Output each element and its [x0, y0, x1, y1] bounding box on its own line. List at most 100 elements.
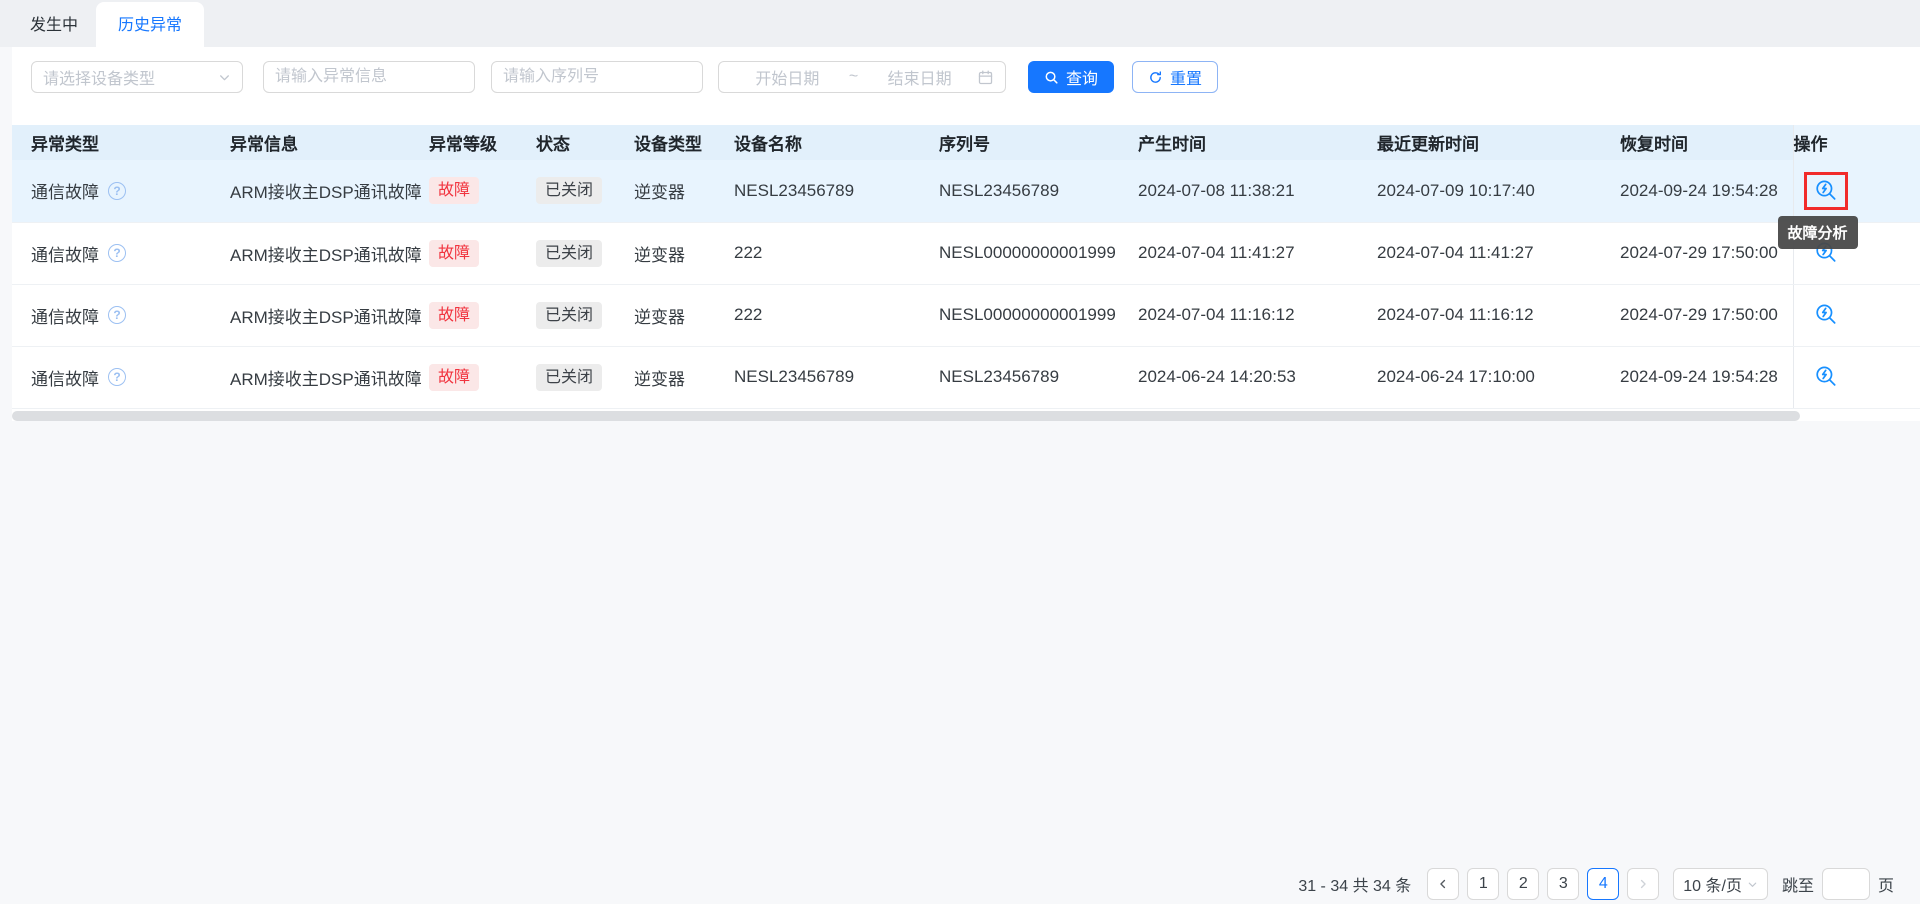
updated-time: 2024-07-09 10:17:40 — [1377, 160, 1620, 222]
device-type: 逆变器 — [634, 222, 734, 284]
fault-analysis-icon[interactable] — [1813, 302, 1839, 328]
search-button[interactable]: 查询 — [1028, 61, 1114, 93]
status-badge: 已关闭 — [536, 240, 602, 267]
exception-type: 通信故障 — [31, 365, 99, 390]
column-header: 异常信息 — [230, 125, 429, 160]
prev-page-button[interactable] — [1427, 868, 1459, 900]
highlight-box — [1804, 172, 1848, 210]
status-badge: 已关闭 — [536, 364, 602, 391]
device-type: 逆变器 — [634, 160, 734, 222]
fault-analysis-icon[interactable] — [1813, 178, 1839, 204]
device-type: 逆变器 — [634, 346, 734, 408]
created-time: 2024-06-24 14:20:53 — [1138, 346, 1377, 408]
action-cell: 故障分析 — [1794, 172, 1920, 210]
chevron-right-icon — [1636, 877, 1650, 891]
chevron-down-icon — [1747, 879, 1758, 890]
column-header: 最近更新时间 — [1377, 125, 1620, 160]
pagination-total: 31 - 34 共 34 条 — [1298, 872, 1411, 896]
column-header: 设备名称 — [734, 125, 939, 160]
horizontal-scrollbar[interactable] — [12, 411, 1800, 421]
serial-number: NESL23456789 — [939, 160, 1138, 222]
table-row: 通信故障ARM接收主DSP通讯故障故障已关闭逆变器222NESL00000000… — [12, 284, 1920, 346]
exception-type: 通信故障 — [31, 303, 99, 328]
filter-bar: 请选择设备类型 开始日期 ~ 结束日期 查询 重置 — [12, 61, 1920, 93]
question-circle-icon[interactable] — [108, 368, 126, 386]
updated-time: 2024-06-24 17:10:00 — [1377, 346, 1620, 408]
column-header: 序列号 — [939, 125, 1138, 160]
chevron-down-icon — [218, 71, 231, 84]
table-row: 通信故障ARM接收主DSP通讯故障故障已关闭逆变器222NESL00000000… — [12, 222, 1920, 284]
fault-analysis-tooltip: 故障分析 — [1778, 216, 1858, 249]
date-range-picker[interactable]: 开始日期 ~ 结束日期 — [718, 61, 1006, 93]
recovered-time: 2024-09-24 19:54:28 — [1620, 346, 1793, 408]
tab-occurring[interactable]: 发生中 — [12, 2, 96, 47]
question-circle-icon[interactable] — [108, 306, 126, 324]
question-circle-icon[interactable] — [108, 182, 126, 200]
page-button-3[interactable]: 3 — [1547, 868, 1579, 900]
calendar-icon — [977, 69, 994, 86]
device-name: NESL23456789 — [734, 160, 939, 222]
tab-history-exception[interactable]: 历史异常 — [96, 2, 204, 47]
exception-type: 通信故障 — [31, 178, 99, 203]
date-separator: ~ — [845, 68, 862, 86]
jump-to-page-input[interactable] — [1822, 868, 1870, 900]
page-size-select[interactable]: 10 条/页 — [1673, 868, 1768, 900]
chevron-left-icon — [1436, 877, 1450, 891]
page-unit-label: 页 — [1878, 872, 1894, 896]
serial-number: NESL23456789 — [939, 346, 1138, 408]
search-icon — [1044, 70, 1059, 85]
recovered-time: 2024-07-29 17:50:00 — [1620, 284, 1793, 346]
column-header: 状态 — [536, 125, 634, 160]
page-button-1[interactable]: 1 — [1467, 868, 1499, 900]
start-date-placeholder: 开始日期 — [730, 65, 845, 89]
table-row: 通信故障ARM接收主DSP通讯故障故障已关闭逆变器NESL23456789NES… — [12, 160, 1920, 222]
created-time: 2024-07-04 11:16:12 — [1138, 284, 1377, 346]
level-badge: 故障 — [429, 240, 479, 267]
exception-table: 异常类型异常信息异常等级状态设备类型设备名称序列号产生时间最近更新时间恢复时间操… — [12, 125, 1920, 409]
column-header: 恢复时间 — [1620, 125, 1793, 160]
end-date-placeholder: 结束日期 — [862, 65, 977, 89]
device-type-placeholder: 请选择设备类型 — [43, 65, 155, 89]
updated-time: 2024-07-04 11:41:27 — [1377, 222, 1620, 284]
level-badge: 故障 — [429, 177, 479, 204]
device-type: 逆变器 — [634, 284, 734, 346]
page-button-4[interactable]: 4 — [1587, 868, 1619, 900]
column-header: 异常等级 — [429, 125, 536, 160]
serial-number-input[interactable] — [491, 61, 703, 93]
page-button-2[interactable]: 2 — [1507, 868, 1539, 900]
table-body: 通信故障ARM接收主DSP通讯故障故障已关闭逆变器NESL23456789NES… — [12, 160, 1920, 408]
table-row: 通信故障ARM接收主DSP通讯故障故障已关闭逆变器NESL23456789NES… — [12, 346, 1920, 408]
exception-info: ARM接收主DSP通讯故障 — [230, 284, 429, 346]
exception-info: ARM接收主DSP通讯故障 — [230, 346, 429, 408]
question-circle-icon[interactable] — [108, 244, 126, 262]
action-cell — [1794, 358, 1920, 396]
action-cell — [1794, 296, 1920, 334]
jump-to-label: 跳至 — [1782, 872, 1814, 896]
search-button-label: 查询 — [1066, 65, 1098, 89]
device-name: NESL23456789 — [734, 346, 939, 408]
reset-button-label: 重置 — [1170, 65, 1202, 89]
content-card: 请选择设备类型 开始日期 ~ 结束日期 查询 重置 — [12, 47, 1920, 421]
refresh-icon — [1148, 70, 1163, 85]
device-name: 222 — [734, 222, 939, 284]
recovered-time: 2024-09-24 19:54:28 — [1620, 160, 1793, 222]
status-badge: 已关闭 — [536, 302, 602, 329]
level-badge: 故障 — [429, 302, 479, 329]
fault-analysis-icon[interactable] — [1813, 364, 1839, 390]
created-time: 2024-07-08 11:38:21 — [1138, 160, 1377, 222]
recovered-time: 2024-07-29 17:50:00 — [1620, 222, 1793, 284]
tab-bar: 发生中 历史异常 — [0, 0, 1920, 47]
next-page-button[interactable] — [1627, 868, 1659, 900]
page-size-label: 10 条/页 — [1683, 872, 1742, 896]
column-header: 操作 — [1793, 125, 1920, 160]
serial-number: NESL00000000001999 — [939, 284, 1138, 346]
column-header: 产生时间 — [1138, 125, 1377, 160]
status-badge: 已关闭 — [536, 177, 602, 204]
updated-time: 2024-07-04 11:16:12 — [1377, 284, 1620, 346]
reset-button[interactable]: 重置 — [1132, 61, 1218, 93]
exception-info: ARM接收主DSP通讯故障 — [230, 222, 429, 284]
column-header: 异常类型 — [12, 125, 230, 160]
level-badge: 故障 — [429, 364, 479, 391]
device-type-select[interactable]: 请选择设备类型 — [31, 61, 243, 93]
exception-info-input[interactable] — [263, 61, 475, 93]
